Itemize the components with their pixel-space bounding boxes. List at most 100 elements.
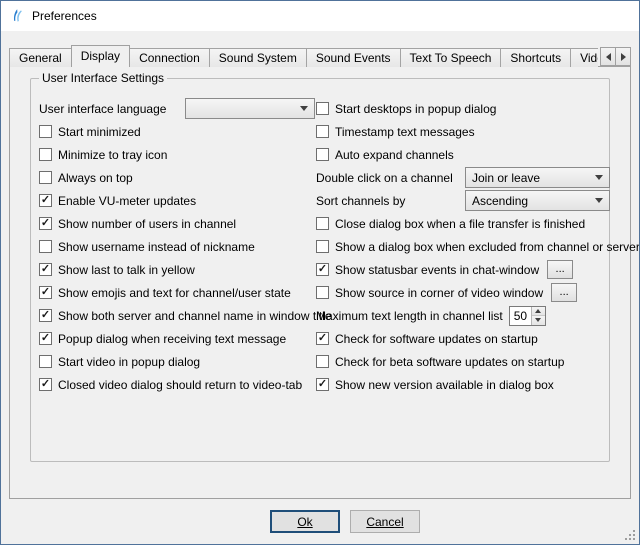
checkbox-label: Show number of users in channel (58, 217, 236, 231)
language-row: User interface language (39, 97, 315, 120)
tab-scroll-left-button[interactable] (600, 47, 616, 66)
sort-channels-value: Ascending (472, 194, 528, 208)
checkbox-label: Show a dialog box when excluded from cha… (335, 240, 640, 254)
checkbox-check-software-updates[interactable]: Check for software updates on startup (316, 327, 610, 350)
triangle-up-icon (535, 309, 541, 313)
checkbox-closed-video-return-video-tab[interactable]: Closed video dialog should return to vid… (39, 373, 315, 396)
statusbar-events-more-button[interactable]: ... (547, 260, 573, 279)
arrow-right-icon (621, 53, 626, 61)
titlebar[interactable]: Preferences (1, 1, 639, 31)
group-user-interface-settings: User Interface Settings User interface l… (30, 78, 610, 462)
spin-up-button[interactable] (532, 307, 545, 317)
video-source-more-button[interactable]: ... (551, 283, 577, 302)
checkbox-label: Enable VU-meter updates (58, 194, 196, 208)
checkbox-start-video-in-popup-dialog[interactable]: Start video in popup dialog (39, 350, 315, 373)
checkbox-close-dialog-file-transfer[interactable]: Close dialog box when a file transfer is… (316, 212, 610, 235)
checkbox-box[interactable] (39, 332, 52, 345)
chevron-down-icon (595, 198, 603, 203)
chevron-down-icon (300, 106, 308, 111)
checkbox-box[interactable] (39, 309, 52, 322)
checkbox-timestamp-text-messages[interactable]: Timestamp text messages (316, 120, 610, 143)
button-row: Ok Cancel (1, 510, 639, 533)
checkbox-statusbar-events[interactable]: Show statusbar events in chat-window ... (316, 258, 610, 281)
ok-button[interactable]: Ok (270, 510, 340, 533)
checkbox-show-number-of-users-in-channel[interactable]: Show number of users in channel (39, 212, 315, 235)
checkbox-label: Show new version available in dialog box (335, 378, 554, 392)
tab-display[interactable]: Display (71, 45, 130, 67)
checkbox-dialog-when-excluded[interactable]: Show a dialog box when excluded from cha… (316, 235, 610, 258)
tab-text-to-speech[interactable]: Text To Speech (400, 48, 502, 67)
double-click-channel-value: Join or leave (472, 171, 540, 185)
checkbox-box[interactable] (39, 355, 52, 368)
checkbox-show-last-to-talk-in-yellow[interactable]: Show last to talk in yellow (39, 258, 315, 281)
checkbox-box[interactable] (39, 148, 52, 161)
checkbox-box[interactable] (316, 378, 329, 391)
max-text-length-row: Maximum text length in channel list 50 (316, 304, 610, 327)
checkbox-box[interactable] (316, 240, 329, 253)
triangle-down-icon (535, 318, 541, 322)
preferences-dialog: Preferences User Interface Settings User… (0, 0, 640, 545)
checkbox-box[interactable] (39, 378, 52, 391)
checkbox-box[interactable] (316, 332, 329, 345)
sort-channels-combobox[interactable]: Ascending (465, 190, 610, 211)
checkbox-minimize-to-tray-icon[interactable]: Minimize to tray icon (39, 143, 315, 166)
max-text-length-spinbox[interactable]: 50 (509, 306, 546, 326)
double-click-channel-combobox[interactable]: Join or leave (465, 167, 610, 188)
checkbox-label: Start minimized (58, 125, 141, 139)
tab-shortcuts[interactable]: Shortcuts (500, 48, 571, 67)
cancel-button[interactable]: Cancel (350, 510, 420, 533)
tab-sound-events[interactable]: Sound Events (306, 48, 401, 67)
checkbox-box[interactable] (39, 125, 52, 138)
group-title: User Interface Settings (39, 71, 167, 85)
checkbox-box[interactable] (39, 240, 52, 253)
checkbox-check-beta-updates[interactable]: Check for beta software updates on start… (316, 350, 610, 373)
checkbox-box[interactable] (39, 171, 52, 184)
checkbox-label: Start video in popup dialog (58, 355, 200, 369)
checkbox-label: Show both server and channel name in win… (58, 309, 332, 323)
tab-general[interactable]: General (9, 48, 72, 67)
checkbox-label: Check for beta software updates on start… (335, 355, 564, 369)
sort-channels-label: Sort channels by (316, 194, 405, 208)
checkbox-box[interactable] (39, 286, 52, 299)
checkbox-show-emojis-and-text[interactable]: Show emojis and text for channel/user st… (39, 281, 315, 304)
checkbox-label: Auto expand channels (335, 148, 454, 162)
checkbox-box[interactable] (316, 148, 329, 161)
checkbox-box[interactable] (316, 263, 329, 276)
checkbox-label: Show emojis and text for channel/user st… (58, 286, 291, 300)
checkbox-start-minimized[interactable]: Start minimized (39, 120, 315, 143)
tab-scroll-right-button[interactable] (615, 47, 631, 66)
checkbox-box[interactable] (316, 125, 329, 138)
checkbox-box[interactable] (316, 217, 329, 230)
checkbox-video-source-corner[interactable]: Show source in corner of video window ..… (316, 281, 610, 304)
spin-down-button[interactable] (532, 316, 545, 325)
checkbox-box[interactable] (39, 194, 52, 207)
checkbox-start-desktops-in-popup-dialog[interactable]: Start desktops in popup dialog (316, 97, 610, 120)
arrow-left-icon (606, 53, 611, 61)
tab-video[interactable]: Video (570, 48, 598, 67)
max-text-length-value: 50 (510, 307, 531, 325)
checkbox-label: Show source in corner of video window (335, 286, 543, 300)
checkbox-popup-dialog-text-message[interactable]: Popup dialog when receiving text message (39, 327, 315, 350)
language-combobox[interactable] (185, 98, 315, 119)
checkbox-show-username-instead-of-nickname[interactable]: Show username instead of nickname (39, 235, 315, 258)
tab-connection[interactable]: Connection (129, 48, 210, 67)
checkbox-box[interactable] (316, 286, 329, 299)
checkbox-show-new-version-dialog[interactable]: Show new version available in dialog box (316, 373, 610, 396)
checkbox-label: Closed video dialog should return to vid… (58, 378, 302, 392)
resize-grip[interactable] (623, 528, 636, 541)
double-click-channel-row: Double click on a channel Join or leave (316, 166, 610, 189)
max-text-length-label: Maximum text length in channel list (316, 309, 503, 323)
checkbox-enable-vu-meter-updates[interactable]: Enable VU-meter updates (39, 189, 315, 212)
checkbox-auto-expand-channels[interactable]: Auto expand channels (316, 143, 610, 166)
tab-sound-system[interactable]: Sound System (209, 48, 307, 67)
checkbox-label: Start desktops in popup dialog (335, 102, 496, 116)
chevron-down-icon (595, 175, 603, 180)
checkbox-box[interactable] (316, 102, 329, 115)
left-column: User interface language Start minimized … (39, 97, 315, 396)
checkbox-label: Popup dialog when receiving text message (58, 332, 286, 346)
checkbox-box[interactable] (316, 355, 329, 368)
checkbox-always-on-top[interactable]: Always on top (39, 166, 315, 189)
checkbox-show-server-and-channel-in-title[interactable]: Show both server and channel name in win… (39, 304, 315, 327)
checkbox-box[interactable] (39, 263, 52, 276)
checkbox-box[interactable] (39, 217, 52, 230)
